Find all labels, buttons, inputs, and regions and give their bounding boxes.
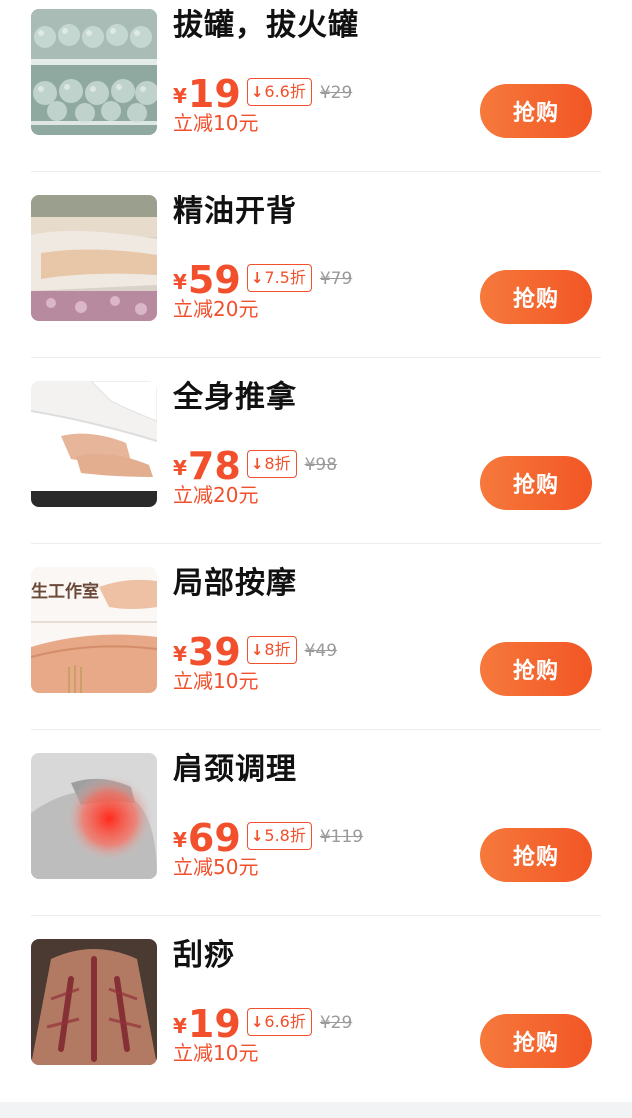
buy-button[interactable]: 抢购 [480,270,592,324]
currency-symbol: ¥ [173,642,187,666]
footer-band [0,1102,632,1118]
cupping-jars-image-graphic [31,9,157,135]
original-price: ¥29 [319,1013,353,1033]
discount-text: 6.6折 [264,82,306,101]
discount-badge: ↓ 8折 [246,636,297,664]
divider [31,915,601,916]
discount-badge: ↓ 8折 [246,450,297,478]
saving-text: 立减10元 [173,1041,259,1065]
buy-button[interactable]: 抢购 [480,456,592,510]
price-row: ¥ 19 ↓ 6.6折 ¥29 [173,70,352,114]
list-item[interactable]: 全身推拿 ¥ 78 ↓ 8折 ¥98 立减20元 抢购 [0,372,632,558]
list-item[interactable]: 生工作室 局部按摩 ¥ 39 ↓ 8折 ¥49 立减10元 抢购 [0,558,632,744]
list-item[interactable]: 精油开背 ¥ 59 ↓ 7.5折 ¥79 立减20元 抢购 [0,186,632,372]
item-title: 肩颈调理 [173,752,297,787]
price-row: ¥ 59 ↓ 7.5折 ¥79 [173,256,352,300]
saving-text: 立减10元 [173,669,259,693]
sale-price: 59 [187,258,241,302]
saving-text: 立减20元 [173,297,259,321]
item-title: 刮痧 [173,938,235,973]
list-item[interactable]: 拔罐，拔火罐 ¥ 19 ↓ 6.6折 ¥29 立减10元 抢购 [0,0,632,186]
list-item[interactable]: 肩颈调理 ¥ 69 ↓ 5.8折 ¥119 立减50元 抢购 [0,744,632,930]
currency-symbol: ¥ [173,1014,187,1038]
item-title: 全身推拿 [173,380,297,415]
down-arrow-icon: ↓ [250,82,264,101]
sale-price: 19 [187,72,241,116]
discount-text: 8折 [264,640,291,659]
oil-massage-image[interactable] [31,195,157,321]
currency-symbol: ¥ [173,456,187,480]
original-price: ¥29 [319,83,353,103]
down-arrow-icon: ↓ [250,268,264,287]
down-arrow-icon: ↓ [250,826,264,845]
original-price: ¥79 [319,269,353,289]
shoulder-pain-image-graphic [31,753,157,879]
discount-text: 6.6折 [264,1012,306,1031]
shoulder-pain-image[interactable] [31,753,157,879]
saving-text: 立减10元 [173,111,259,135]
item-title: 局部按摩 [173,566,297,601]
saving-text: 立减20元 [173,483,259,507]
currency-symbol: ¥ [173,84,187,108]
full-body-massage-image[interactable] [31,381,157,507]
price-row: ¥ 19 ↓ 6.6折 ¥29 [173,1000,352,1044]
full-body-massage-image-graphic [31,381,157,507]
studio-name-text: 生工作室 [31,581,99,602]
divider [31,729,601,730]
currency-symbol: ¥ [173,270,187,294]
buy-button[interactable]: 抢购 [480,84,592,138]
gua-sha-back-image[interactable] [31,939,157,1065]
local-massage-image[interactable]: 生工作室 [31,567,157,693]
down-arrow-icon: ↓ [250,640,264,659]
divider [31,357,601,358]
item-title: 拔罐，拔火罐 [173,8,359,43]
currency-symbol: ¥ [173,828,187,852]
gua-sha-back-image-graphic [31,939,157,1065]
buy-button[interactable]: 抢购 [480,642,592,696]
original-price: ¥119 [319,827,364,847]
price-row: ¥ 69 ↓ 5.8折 ¥119 [173,814,363,858]
divider [31,171,601,172]
buy-button[interactable]: 抢购 [480,1014,592,1068]
divider [31,543,601,544]
price-row: ¥ 78 ↓ 8折 ¥98 [173,442,337,486]
down-arrow-icon: ↓ [250,1012,264,1031]
cupping-jars-image[interactable] [31,9,157,135]
local-massage-image-graphic: 生工作室 [31,567,157,693]
discount-text: 5.8折 [264,826,306,845]
original-price: ¥49 [304,641,338,661]
buy-button[interactable]: 抢购 [480,828,592,882]
discount-text: 7.5折 [264,268,306,287]
sale-price: 78 [187,444,241,488]
oil-massage-image-graphic [31,195,157,321]
discount-badge: ↓ 5.8折 [246,822,312,850]
sale-price: 19 [187,1002,241,1046]
discount-badge: ↓ 6.6折 [246,78,312,106]
sale-price: 39 [187,630,241,674]
discount-badge: ↓ 7.5折 [246,264,312,292]
saving-text: 立减50元 [173,855,259,879]
sale-price: 69 [187,816,241,860]
down-arrow-icon: ↓ [250,454,264,473]
price-row: ¥ 39 ↓ 8折 ¥49 [173,628,337,672]
discount-badge: ↓ 6.6折 [246,1008,312,1036]
list-item[interactable]: 刮痧 ¥ 19 ↓ 6.6折 ¥29 立减10元 抢购 [0,930,632,1116]
original-price: ¥98 [304,455,338,475]
discount-text: 8折 [264,454,291,473]
item-title: 精油开背 [173,194,297,229]
